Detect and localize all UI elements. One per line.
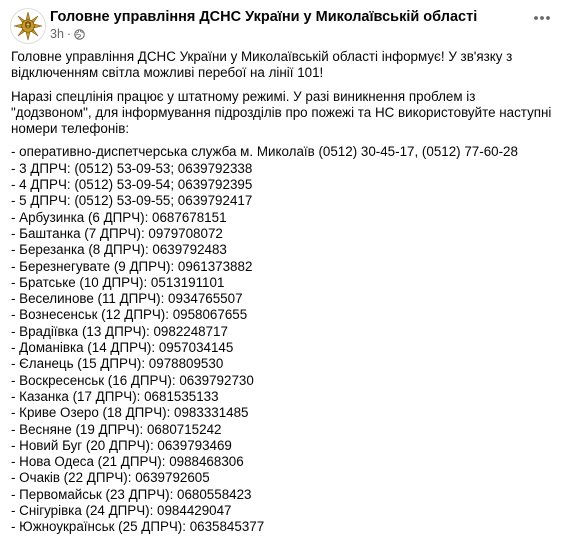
post-timestamp[interactable]: 3h xyxy=(50,27,64,41)
phone-list-item: - Березанка (8 ДПРЧ): 0639792483 xyxy=(11,242,227,258)
phone-list-item: - Новий Буг (20 ДПРЧ): 0639793469 xyxy=(11,437,232,453)
phone-list-item: - Первомайськ (23 ДПРЧ): 0680558423 xyxy=(11,486,252,502)
phone-list-item: - оперативно-диспетчерська служба м. Мик… xyxy=(11,144,518,160)
phone-list-item: - Очаків (22 ДПРЧ): 0639792605 xyxy=(11,470,210,486)
phone-list-item: - Врадіївка (13 ДПРЧ): 0982248717 xyxy=(11,323,228,339)
phone-list-item: - Снігурівка (24 ДПРЧ): 0984429047 xyxy=(11,503,232,519)
page-name-link[interactable]: Головне управління ДСНС України у Микола… xyxy=(50,9,477,25)
phone-list-item: - 5 ДПРЧ: (0512) 53-09-55; 0639792417 xyxy=(11,193,253,209)
phone-list-item: - Братське (10 ДПРЧ): 0513191101 xyxy=(11,274,225,290)
page-avatar[interactable] xyxy=(10,8,46,44)
phone-list-item: - Весняне (19 ДПРЧ): 0680715242 xyxy=(11,421,222,437)
phone-list-item: - Арбузинка (6 ДПРЧ): 0687678151 xyxy=(11,209,227,225)
phone-list-item: - 4 ДПРЧ: (0512) 53-09-54; 0639792395 xyxy=(11,177,253,193)
facebook-post: Головне управління ДСНС України у Микола… xyxy=(0,0,568,534)
meta-separator: · xyxy=(66,27,72,41)
post-paragraph: Наразі спецлінія працює у штатному режим… xyxy=(11,88,552,137)
phone-list-item: - 3 ДПРЧ: (0512) 53-09-53; 0639792338 xyxy=(11,160,253,176)
phone-list-item: - Криве Озеро (18 ДПРЧ): 0983331485 xyxy=(11,405,249,421)
phone-list-item: - Єланець (15 ДПРЧ): 0978809530 xyxy=(11,356,224,372)
phone-list-item: - Казанка (17 ДПРЧ): 0681535133 xyxy=(11,388,219,404)
phone-list-item: - Воскресенськ (16 ДПРЧ): 0639792730 xyxy=(11,372,254,388)
phone-list: - оперативно-диспетчерська служба м. Мик… xyxy=(11,144,559,535)
more-options-button[interactable] xyxy=(528,8,556,28)
post-paragraph: Головне управління ДСНС України у Микола… xyxy=(11,49,513,81)
globe-icon[interactable] xyxy=(74,28,85,40)
ellipsis-icon xyxy=(534,16,550,20)
phone-list-item: - Веселинове (11 ДПРЧ): 0934765507 xyxy=(11,291,243,307)
phone-list-item: - Нова Одеса (21 ДПРЧ): 0988468306 xyxy=(11,454,244,470)
phone-list-item: - Южноукраїнськ (25 ДПРЧ): 0635845377 xyxy=(11,519,265,535)
dsns-emblem-icon xyxy=(13,11,43,41)
phone-list-item: - Доманівка (14 ДПРЧ): 0957034145 xyxy=(11,340,234,356)
phone-list-item: - Березнегувате (9 ДПРЧ): 0961373882 xyxy=(11,258,253,274)
phone-list-item: - Баштанка (7 ДПРЧ): 0979708072 xyxy=(11,225,223,241)
phone-list-item: - Вознесенськ (12 ДПРЧ): 0958067655 xyxy=(11,307,248,323)
post-body: Головне управління ДСНС України у Микола… xyxy=(11,49,559,536)
post-meta: 3h · xyxy=(50,27,85,41)
